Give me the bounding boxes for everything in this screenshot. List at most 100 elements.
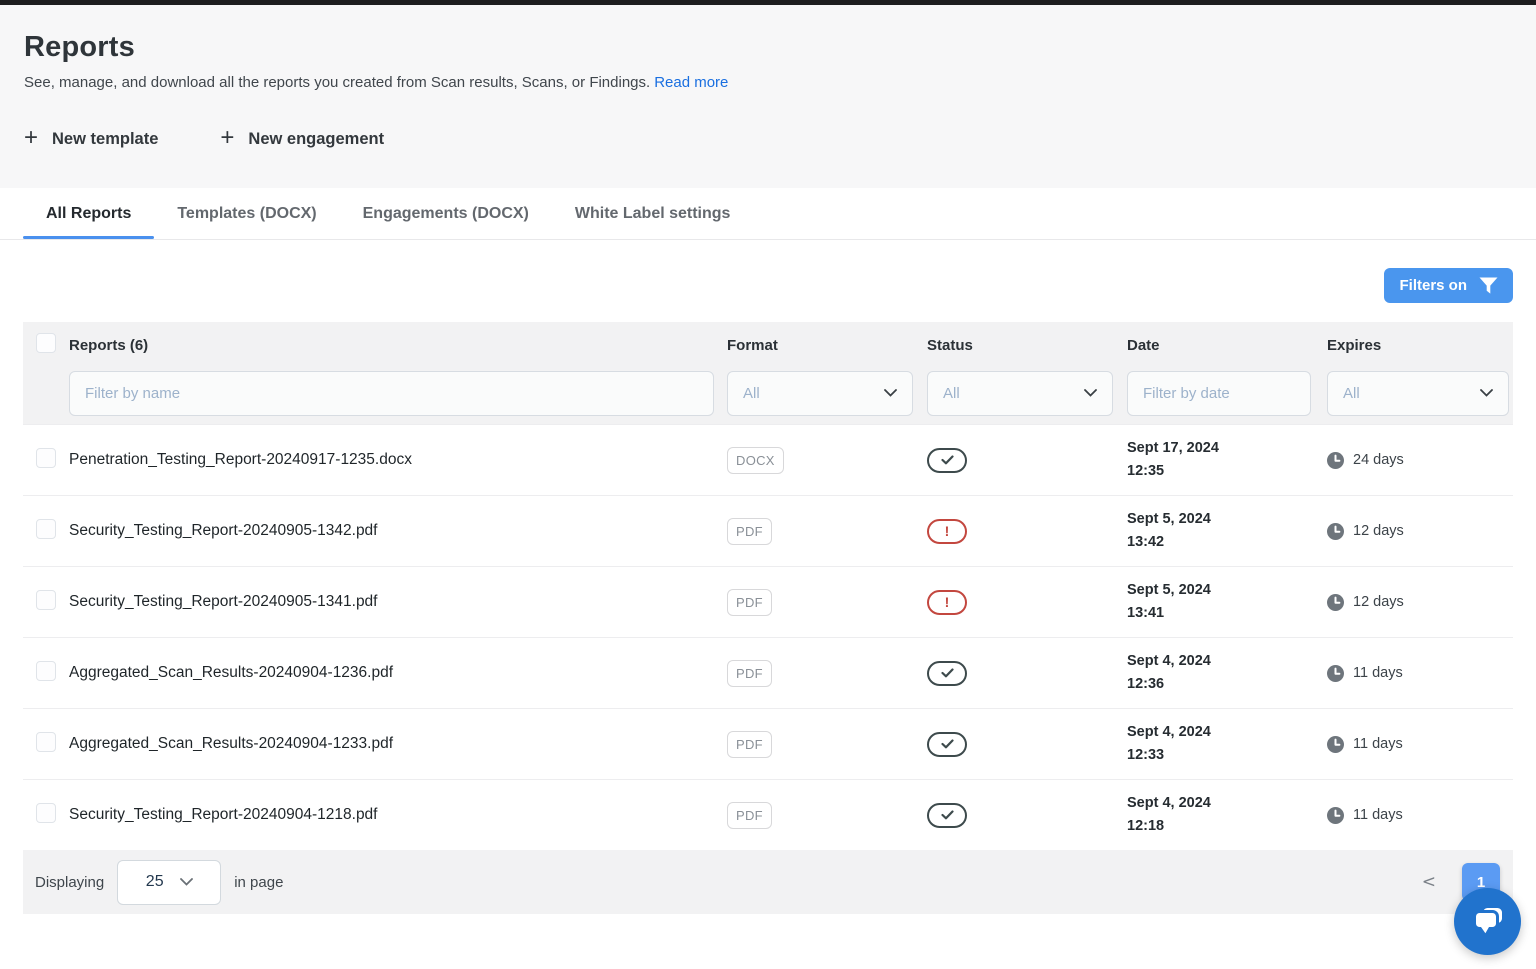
report-time: 13:42	[1127, 531, 1327, 554]
expires-text: 11 days	[1353, 736, 1403, 752]
format-badge: PDF	[727, 731, 772, 758]
clock-icon	[1327, 736, 1344, 753]
check-icon	[941, 668, 954, 678]
clock-icon	[1327, 594, 1344, 611]
filters-toolbar: Filters on	[23, 268, 1513, 303]
format-filter-select[interactable]: All	[727, 371, 913, 416]
format-badge: PDF	[727, 589, 772, 616]
chevron-down-icon	[884, 389, 897, 397]
report-date: Sept 4, 2024	[1127, 792, 1327, 815]
table-row: Security_Testing_Report-20240905-1341.pd…	[23, 566, 1513, 637]
plus-icon: +	[24, 126, 38, 150]
read-more-link[interactable]: Read more	[654, 74, 728, 91]
table-row: Penetration_Testing_Report-20240917-1235…	[23, 424, 1513, 495]
page-title: Reports	[24, 31, 1512, 64]
chat-launcher-button[interactable]	[1454, 888, 1521, 955]
page-size-control: Displaying 25 in page	[35, 860, 283, 905]
new-template-label: New template	[52, 130, 158, 149]
column-header-format: Format	[727, 337, 927, 354]
row-checkbox[interactable]	[36, 803, 56, 823]
tab-templates-docx[interactable]: Templates (DOCX)	[154, 188, 339, 239]
report-time: 12:33	[1127, 744, 1327, 767]
table-row: Aggregated_Scan_Results-20240904-1233.pd…	[23, 708, 1513, 779]
clock-icon	[1327, 665, 1344, 682]
status-icon: !	[927, 448, 967, 473]
format-badge: PDF	[727, 518, 772, 545]
row-checkbox[interactable]	[36, 590, 56, 610]
column-header-date: Date	[1127, 337, 1327, 354]
page-size-value: 25	[146, 873, 164, 891]
status-filter-select[interactable]: All	[927, 371, 1113, 416]
filter-by-name-input[interactable]	[69, 371, 714, 416]
status-icon: !	[927, 590, 967, 615]
clock-icon	[1327, 807, 1344, 824]
select-all-checkbox[interactable]	[36, 333, 56, 353]
report-date: Sept 4, 2024	[1127, 721, 1327, 744]
new-engagement-button[interactable]: + New engagement	[220, 127, 384, 151]
format-filter-value: All	[743, 385, 760, 402]
page-header: Reports See, manage, and download all th…	[0, 5, 1536, 188]
new-template-button[interactable]: + New template	[24, 127, 158, 151]
report-name-link[interactable]: Aggregated_Scan_Results-20240904-1236.pd…	[69, 664, 393, 681]
exclamation-icon: !	[945, 595, 950, 609]
header-actions: + New template + New engagement	[24, 127, 1512, 151]
chevron-down-icon	[1480, 389, 1493, 397]
page-subtitle-text: See, manage, and download all the report…	[24, 74, 650, 91]
filters-on-button[interactable]: Filters on	[1384, 268, 1513, 303]
report-time: 13:41	[1127, 602, 1327, 625]
report-name-link[interactable]: Security_Testing_Report-20240905-1341.pd…	[69, 593, 378, 610]
row-checkbox[interactable]	[36, 448, 56, 468]
page-subtitle: See, manage, and download all the report…	[24, 74, 1512, 91]
page-size-select[interactable]: 25	[117, 860, 221, 905]
report-time: 12:18	[1127, 815, 1327, 838]
column-header-reports: Reports (6)	[69, 337, 727, 354]
plus-icon: +	[220, 126, 234, 150]
reports-table: Reports (6) Format Status Date Expires A…	[23, 322, 1513, 914]
expires-filter-value: All	[1343, 385, 1360, 402]
table-row: Security_Testing_Report-20240904-1218.pd…	[23, 779, 1513, 850]
status-icon: !	[927, 732, 967, 757]
table-filter-row: All All All	[23, 368, 1513, 424]
displaying-label: Displaying	[35, 874, 104, 891]
table-row: Aggregated_Scan_Results-20240904-1236.pd…	[23, 637, 1513, 708]
status-filter-value: All	[943, 385, 960, 402]
table-row: Security_Testing_Report-20240905-1342.pd…	[23, 495, 1513, 566]
funnel-icon	[1479, 277, 1498, 294]
report-name-link[interactable]: Aggregated_Scan_Results-20240904-1233.pd…	[69, 735, 393, 752]
tab-all-reports[interactable]: All Reports	[23, 188, 154, 239]
expires-text: 11 days	[1353, 665, 1403, 681]
report-date: Sept 17, 2024	[1127, 437, 1327, 460]
report-time: 12:35	[1127, 460, 1327, 483]
status-icon: !	[927, 803, 967, 828]
chat-bubble-icon	[1470, 906, 1506, 938]
in-page-label: in page	[234, 874, 283, 891]
report-name-link[interactable]: Security_Testing_Report-20240904-1218.pd…	[69, 806, 378, 823]
filter-by-date-input[interactable]	[1127, 371, 1311, 416]
clock-icon	[1327, 452, 1344, 469]
previous-page-button[interactable]: <	[1422, 872, 1436, 892]
report-date: Sept 4, 2024	[1127, 650, 1327, 673]
check-icon	[941, 810, 954, 820]
chevron-down-icon	[180, 878, 193, 886]
check-icon	[941, 455, 954, 465]
report-name-link[interactable]: Penetration_Testing_Report-20240917-1235…	[69, 451, 412, 468]
expires-text: 11 days	[1353, 807, 1403, 823]
filters-on-label: Filters on	[1399, 277, 1467, 294]
format-badge: DOCX	[727, 447, 784, 474]
row-checkbox[interactable]	[36, 519, 56, 539]
table-body: Penetration_Testing_Report-20240917-1235…	[23, 424, 1513, 850]
new-engagement-label: New engagement	[248, 130, 384, 149]
row-checkbox[interactable]	[36, 661, 56, 681]
format-badge: PDF	[727, 802, 772, 829]
expires-text: 12 days	[1353, 523, 1404, 539]
expires-filter-select[interactable]: All	[1327, 371, 1509, 416]
table-footer: Displaying 25 in page < 1	[23, 850, 1513, 914]
report-name-link[interactable]: Security_Testing_Report-20240905-1342.pd…	[69, 522, 378, 539]
row-checkbox[interactable]	[36, 732, 56, 752]
tab-engagements-docx[interactable]: Engagements (DOCX)	[340, 188, 552, 239]
main-content: Filters on Reports (6) Format Status Dat…	[0, 240, 1536, 914]
report-date: Sept 5, 2024	[1127, 508, 1327, 531]
chevron-down-icon	[1084, 389, 1097, 397]
column-header-status: Status	[927, 337, 1127, 354]
tab-white-label-settings[interactable]: White Label settings	[552, 188, 754, 239]
